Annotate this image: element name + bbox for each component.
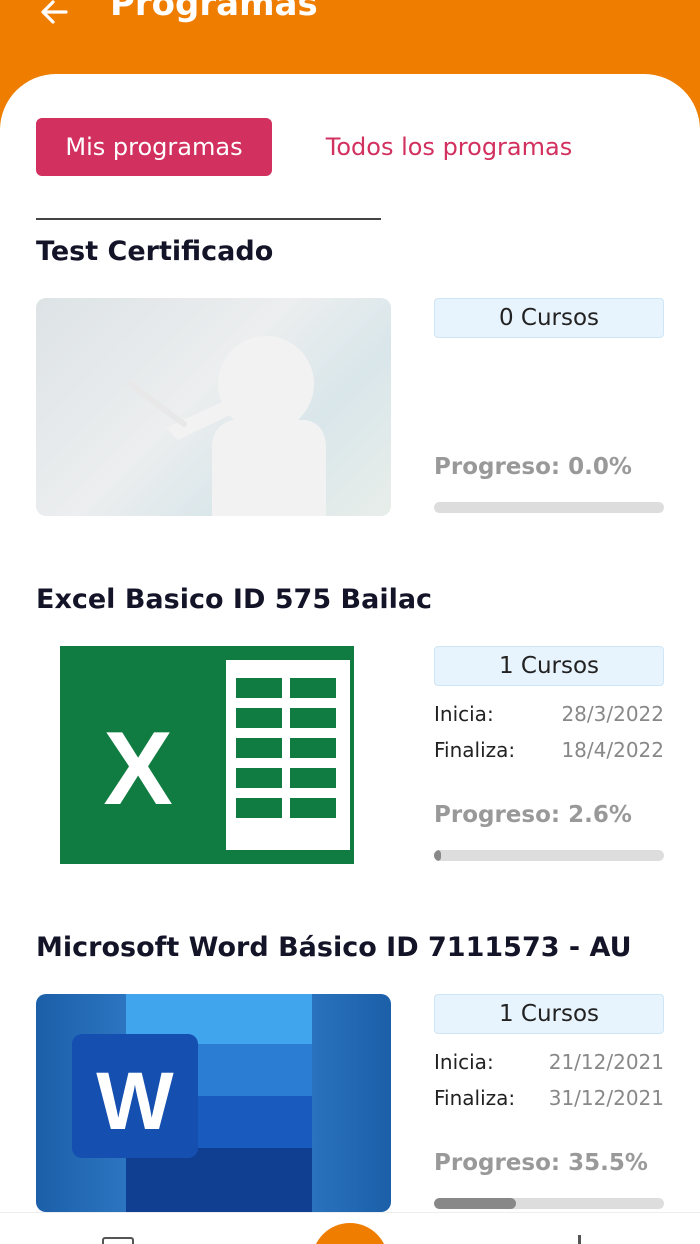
program-card[interactable]: Test Certificado 0 Cursos Progreso: 0.0% (36, 236, 664, 526)
program-title: Excel Basico ID 575 Bailac (36, 584, 433, 615)
program-info: 1 Cursos Inicia: 28/3/2022 Finaliza: 18/… (434, 646, 664, 864)
end-date-value: 31/12/2021 (548, 1086, 664, 1110)
svg-text:X: X (103, 711, 172, 827)
program-card[interactable]: Microsoft Word Básico ID 7111573 - AU W … (36, 932, 664, 1222)
home-icon[interactable] (312, 1223, 388, 1244)
end-date-row: Finaliza: 18/4/2022 (434, 738, 664, 762)
program-info: 1 Cursos Inicia: 21/12/2021 Finaliza: 31… (434, 994, 664, 1212)
svg-text:W: W (96, 1056, 174, 1147)
end-date-value: 18/4/2022 (561, 738, 664, 762)
teacher-placeholder-image (36, 298, 391, 516)
content-sheet: Mis programas Todos los programas Test C… (0, 74, 700, 1244)
program-title: Test Certificado (36, 236, 274, 267)
more-icon[interactable] (578, 1235, 581, 1244)
bottom-navigation (0, 1212, 700, 1244)
excel-logo-image: X (36, 646, 391, 864)
folder-icon[interactable] (102, 1237, 134, 1244)
program-tabs: Mis programas Todos los programas (36, 118, 596, 220)
end-date-label: Finaliza: (434, 1086, 516, 1110)
program-title: Microsoft Word Básico ID 7111573 - AU (36, 932, 632, 963)
program-card[interactable]: Excel Basico ID 575 Bailac X 1 Cursos In… (36, 584, 664, 874)
program-info: 0 Cursos Progreso: 0.0% (434, 298, 664, 516)
back-button[interactable] (36, 0, 72, 30)
tab-mis-programas[interactable]: Mis programas (36, 118, 272, 176)
start-date-row: Inicia: 28/3/2022 (434, 702, 664, 726)
progress-bar (434, 502, 664, 513)
progress-fill (434, 850, 441, 861)
courses-count-badge: 0 Cursos (434, 298, 664, 338)
start-date-row: Inicia: 21/12/2021 (434, 1050, 664, 1074)
progress-label: Progreso: 2.6% (434, 802, 632, 828)
end-date-label: Finaliza: (434, 738, 516, 762)
progress-fill (434, 1198, 516, 1209)
start-date-label: Inicia: (434, 1050, 494, 1074)
progress-bar (434, 1198, 664, 1209)
end-date-row: Finaliza: 31/12/2021 (434, 1086, 664, 1110)
courses-count-badge: 1 Cursos (434, 646, 664, 686)
progress-label: Progreso: 0.0% (434, 454, 632, 480)
start-date-value: 21/12/2021 (548, 1050, 664, 1074)
courses-count-badge: 1 Cursos (434, 994, 664, 1034)
progress-label: Progreso: 35.5% (434, 1150, 648, 1176)
start-date-value: 28/3/2022 (561, 702, 664, 726)
word-logo-image: W (36, 994, 391, 1212)
start-date-label: Inicia: (434, 702, 494, 726)
progress-bar (434, 850, 664, 861)
page-title: Programas (110, 0, 318, 24)
arrow-left-icon (41, 0, 68, 24)
tab-indicator (36, 218, 381, 220)
tab-todos-los-programas[interactable]: Todos los programas (294, 118, 604, 176)
